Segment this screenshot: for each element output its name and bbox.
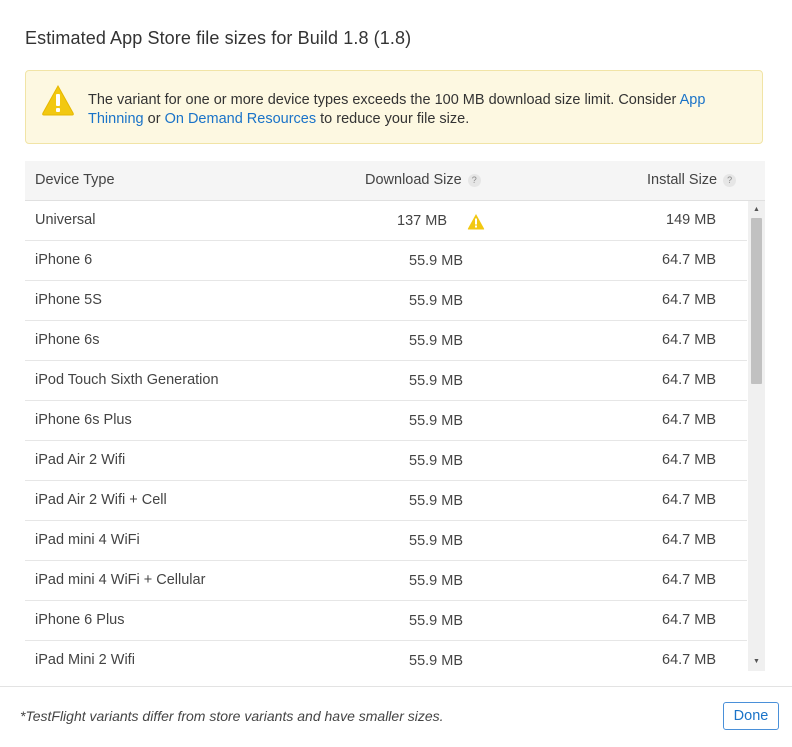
download-size-cell: 55.9 MB: [409, 653, 463, 669]
header-install-label: Install Size: [647, 172, 718, 188]
download-size-cell: 55.9 MB: [409, 533, 463, 549]
header-device-type: Device Type: [35, 172, 115, 188]
install-size-cell: 64.7 MB: [662, 532, 716, 548]
table-scrollbar[interactable]: ▲ ▼: [748, 201, 765, 671]
download-size-cell: 55.9 MB: [409, 453, 463, 469]
install-size-cell: 64.7 MB: [662, 412, 716, 428]
file-size-table: Device Type Download Size? Install Size?…: [25, 161, 765, 671]
download-size-cell: 55.9 MB: [409, 413, 463, 429]
device-type-cell: iPhone 6s Plus: [35, 412, 132, 428]
table-row: iPhone 6 Plus 55.9 MB 64.7 MB: [25, 601, 747, 641]
install-size-cell: 149 MB: [666, 212, 716, 228]
help-icon[interactable]: ?: [723, 173, 737, 187]
install-size-cell: 64.7 MB: [662, 492, 716, 508]
scroll-down-arrow-icon[interactable]: ▼: [748, 655, 765, 669]
table-body: Universal 137 MB 149 MB iPhone 6 55.9 MB 64.7…: [25, 201, 747, 671]
table-header: Device Type Download Size? Install Size?: [25, 161, 765, 201]
device-type-cell: iPhone 6 Plus: [35, 612, 125, 628]
table-row: iPad mini 4 WiFi + Cellular 55.9 MB 64.7 M…: [25, 561, 747, 601]
scroll-up-arrow-icon[interactable]: ▲: [748, 203, 765, 217]
download-size-cell: 55.9 MB: [409, 333, 463, 349]
device-type-cell: iPod Touch Sixth Generation: [35, 372, 219, 388]
device-type-cell: Universal: [35, 212, 96, 228]
header-download-size: Download Size?: [365, 172, 481, 188]
install-size-cell: 64.7 MB: [662, 292, 716, 308]
scrollbar-thumb[interactable]: [751, 218, 762, 384]
alert-text: The variant for one or more device types…: [88, 92, 680, 108]
table-row: iPod Touch Sixth Generation 55.9 MB 64.7 M…: [25, 361, 747, 401]
dialog-footer: *TestFlight variants differ from store v…: [0, 686, 792, 747]
file-sizes-dialog: Estimated App Store file sizes for Build…: [0, 0, 792, 747]
download-size-cell: 55.9 MB: [409, 493, 463, 509]
testflight-note: *TestFlight variants differ from store v…: [20, 708, 444, 724]
device-type-cell: iPad Air 2 Wifi: [35, 452, 126, 468]
table-row: iPhone 6s Plus 55.9 MB 64.7 MB: [25, 401, 747, 441]
device-type-cell: iPad Mini 2 Wifi: [35, 652, 135, 668]
table-row: iPad Mini 2 Wifi 55.9 MB 64.7 MB: [25, 641, 747, 671]
table-row: iPhone 6 55.9 MB 64.7 MB: [25, 241, 747, 281]
install-size-cell: 64.7 MB: [662, 572, 716, 588]
table-row: iPad Air 2 Wifi + Cell 55.9 MB 64.7 MB: [25, 481, 747, 521]
install-size-cell: 64.7 MB: [662, 452, 716, 468]
download-size-cell: 55.9 MB: [409, 293, 463, 309]
install-size-cell: 64.7 MB: [662, 372, 716, 388]
download-size-cell: 55.9 MB: [409, 613, 463, 629]
install-size-cell: 64.7 MB: [662, 612, 716, 628]
warning-icon: [42, 84, 74, 116]
warning-icon: [467, 214, 485, 230]
install-size-cell: 64.7 MB: [662, 252, 716, 268]
device-type-cell: iPad mini 4 WiFi + Cellular: [35, 572, 206, 588]
header-install-size: Install Size?: [647, 172, 737, 188]
device-type-cell: iPad mini 4 WiFi: [35, 532, 140, 548]
install-size-cell: 64.7 MB: [662, 652, 716, 668]
dialog-title: Estimated App Store file sizes for Build…: [25, 28, 412, 48]
download-size-cell: 55.9 MB: [409, 253, 463, 269]
download-size-cell: 55.9 MB: [409, 373, 463, 389]
alert-text-or: or: [143, 111, 165, 127]
install-size-cell: 64.7 MB: [662, 332, 716, 348]
alert-message: The variant for one or more device types…: [88, 91, 738, 129]
table-row: Universal 137 MB 149 MB: [25, 201, 747, 241]
help-icon[interactable]: ?: [467, 173, 481, 187]
done-button[interactable]: Done: [723, 702, 779, 730]
alert-text-end: to reduce your file size.: [316, 111, 470, 127]
device-type-cell: iPad Air 2 Wifi + Cell: [35, 492, 167, 508]
header-download-label: Download Size: [365, 172, 462, 188]
device-type-cell: iPhone 5S: [35, 292, 102, 308]
device-type-cell: iPhone 6: [35, 252, 93, 268]
table-row: iPad Air 2 Wifi 55.9 MB 64.7 MB: [25, 441, 747, 481]
on-demand-resources-link[interactable]: On Demand Resources: [165, 111, 317, 127]
size-limit-alert: The variant for one or more device types…: [25, 70, 763, 144]
table-row: iPad mini 4 WiFi 55.9 MB 64.7 MB: [25, 521, 747, 561]
download-size-cell: 55.9 MB: [409, 573, 463, 589]
device-type-cell: iPhone 6s: [35, 332, 100, 348]
table-row: iPhone 6s 55.9 MB 64.7 MB: [25, 321, 747, 361]
download-size-cell: 137 MB: [397, 213, 447, 229]
table-row: iPhone 5S 55.9 MB 64.7 MB: [25, 281, 747, 321]
